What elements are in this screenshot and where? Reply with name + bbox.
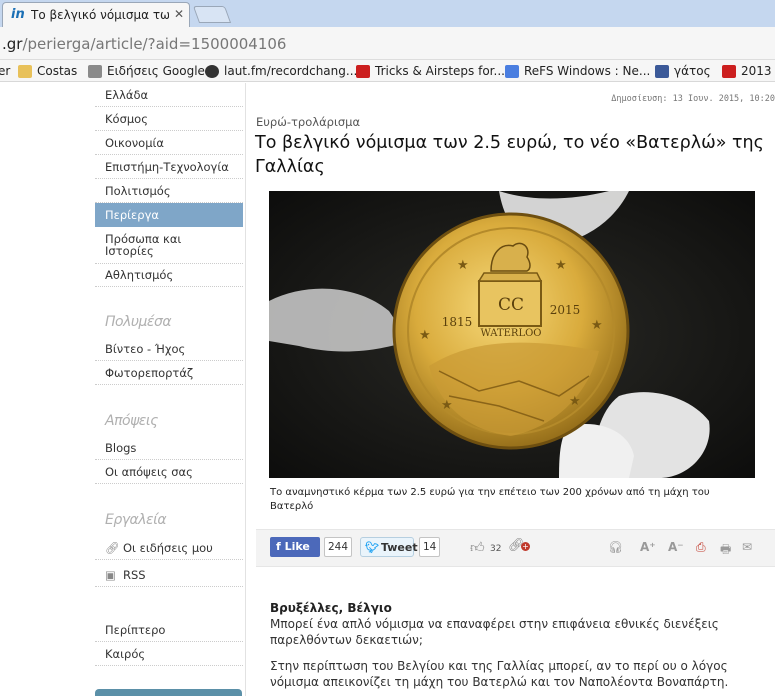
google-icon <box>505 64 519 78</box>
folder-icon <box>18 64 32 78</box>
add-plus-icon[interactable]: + <box>521 542 530 551</box>
sidebar-nav: Ελλάδα Κόσμος Οικονομία Επιστήμη-Τεχνολο… <box>95 83 245 696</box>
sidebar-heading-multimedia: Πολυμέσα <box>105 314 172 330</box>
email-icon[interactable]: ✉ <box>742 540 752 554</box>
coin-photo-illustration: CC 1815 2015 WATERLOO ★ ★ ★ ★ ★ ★ <box>269 191 755 478</box>
svg-text:★: ★ <box>441 398 453 413</box>
video-icon <box>722 64 736 78</box>
bookmark-folder-costas[interactable]: Costas <box>18 63 77 79</box>
bookmark-2013[interactable]: 2013 E <box>722 63 775 79</box>
sidebar-item-my-news[interactable]: 🔗︎ Οι ειδήσεις μου <box>95 536 243 560</box>
coin-left-year: 1815 <box>442 315 473 329</box>
rss-icon: ▣ <box>105 568 116 582</box>
facebook-like-button[interactable]: f Like <box>270 537 320 557</box>
sidebar-item-periptero[interactable]: Περίπτερο <box>95 618 243 642</box>
facebook-icon: f <box>276 540 285 553</box>
address-bar[interactable]: .gr/perierga/article/?aid=1500004106 <box>0 27 775 60</box>
news-icon <box>88 64 102 78</box>
article-title: Το βελγικό νόμισμα των 2.5 ευρώ, το νέο … <box>255 133 764 177</box>
bookmark-item[interactable]: er <box>0 63 10 79</box>
bookmark-google-news[interactable]: Ειδήσεις Google <box>88 63 205 79</box>
sidebar-item-blogs[interactable]: Blogs <box>95 436 243 460</box>
url-path: /perierga/article/?aid=1500004106 <box>22 35 287 53</box>
sidebar-item-photoreportaz[interactable]: Φωτορεπορτάζ <box>95 361 243 385</box>
svg-text:★: ★ <box>555 258 567 273</box>
sidebar-item-kosmos[interactable]: Κόσμος <box>95 107 243 131</box>
pdf-icon[interactable]: ⎙ <box>696 540 706 555</box>
svg-text:★: ★ <box>419 328 431 343</box>
print-icon[interactable]: 🖶︎ <box>720 540 731 561</box>
facebook-like-count: 244 <box>324 537 353 557</box>
coin-top-text: CC <box>498 295 524 315</box>
publish-date: Δημοσίευση: 13 Ιουν. 2015, 10:20 <box>611 94 775 104</box>
video-icon <box>356 64 370 78</box>
sidebar-item-athlitismos[interactable]: Αθλητισμός <box>95 263 243 287</box>
article-dateline: Βρυξέλλες, Βέλγιο <box>270 601 392 615</box>
svg-text:★: ★ <box>457 258 469 273</box>
sidebar-item-oikonomia[interactable]: Οικονομία <box>95 131 243 155</box>
sidebar-item-epistimi[interactable]: Επιστήμη-Τεχνολογία <box>95 155 243 179</box>
tweet-button[interactable]: 🐦︎ Tweet <box>360 537 418 557</box>
twitter-bird-icon: 🐦︎ <box>365 541 379 554</box>
sidebar-item-kairos[interactable]: Καιρός <box>95 642 243 666</box>
tab-title: Το βελγικό νόμισμα των 2 <box>31 8 169 22</box>
font-increase-icon[interactable]: A⁺ <box>640 540 656 554</box>
font-decrease-icon[interactable]: A⁻ <box>668 540 684 554</box>
coin-right-year: 2015 <box>550 303 581 317</box>
listen-icon[interactable]: 🎧︎ <box>608 540 623 554</box>
sidebar-item-your-opinions[interactable]: Οι απόψεις σας <box>95 460 243 484</box>
sidebar-item-ellada[interactable]: Ελλάδα <box>95 83 243 107</box>
url-domain: .gr <box>2 35 23 53</box>
bookmarks-bar: er Costas Ειδήσεις Google laut.fm/record… <box>0 60 775 82</box>
bookmark-gatos[interactable]: γάτος <box>655 63 711 79</box>
radio-icon <box>205 64 219 78</box>
bookmark-refs-windows[interactable]: ReFS Windows : Ne... <box>505 63 650 79</box>
sidebar-item-rss[interactable]: ▣ RSS <box>95 563 243 587</box>
facebook-icon <box>655 64 669 78</box>
sidebar-heading-tools: Εργαλεία <box>105 512 167 528</box>
article-category[interactable]: Ευρώ-τρολάρισμα <box>256 115 360 129</box>
article-paragraph-2: Στην περίπτωση του Βελγίου και της Γαλλί… <box>270 659 729 689</box>
tab-article[interactable]: in Το βελγικό νόμισμα των 2 ✕ <box>2 2 190 27</box>
sidebar-footer-bar <box>95 689 242 696</box>
url-text[interactable]: .gr/perierga/article/?aid=1500004106 <box>2 35 286 53</box>
photo-caption: Το αναμνηστικό κέρμα των 2.5 ευρώ για τη… <box>270 487 710 512</box>
svg-text:★: ★ <box>591 318 603 333</box>
like-thumb-icon[interactable]: 👍︎ <box>470 539 485 556</box>
sidebar-item-video[interactable]: Βίντεο - Ήχος <box>95 337 243 361</box>
tab-close-icon[interactable]: ✕ <box>174 7 184 21</box>
sidebar-item-politismos[interactable]: Πολιτισμός <box>95 179 243 203</box>
site-favicon-icon: in <box>11 7 25 22</box>
bookmark-tricks-airsteps[interactable]: Tricks & Airsteps for... <box>356 63 505 79</box>
svg-text:★: ★ <box>569 394 581 409</box>
article-paragraph-1: Μπορεί ένα απλό νόμισμα να επαναφέρει στ… <box>270 617 719 647</box>
paperclip-icon: 🔗︎ <box>105 541 120 555</box>
web-page: Ελλάδα Κόσμος Οικονομία Επιστήμη-Τεχνολο… <box>0 83 775 696</box>
bookmark-laut-fm[interactable]: laut.fm/recordchang... <box>205 63 357 79</box>
sidebar-heading-opinions: Απόψεις <box>105 413 158 429</box>
likes-count: 32 <box>490 544 502 554</box>
tab-strip: in Το βελγικό νόμισμα των 2 ✕ <box>0 0 775 27</box>
coin-band-text: WATERLOO <box>481 328 542 339</box>
sidebar-item-perierga[interactable]: Περίεργα <box>95 203 243 227</box>
tweet-count: 14 <box>419 537 441 557</box>
article-photo[interactable]: CC 1815 2015 WATERLOO ★ ★ ★ ★ ★ ★ <box>269 191 755 478</box>
share-toolbar: f Like 244 🐦︎ Tweet 14 👍︎ 32 🔗︎ + 🎧︎ A⁺ A… <box>256 529 775 567</box>
column-divider <box>245 83 246 696</box>
sidebar-item-prosopa[interactable]: Πρόσωπα και Ιστορίες <box>95 227 215 265</box>
new-tab-button[interactable] <box>192 6 232 23</box>
